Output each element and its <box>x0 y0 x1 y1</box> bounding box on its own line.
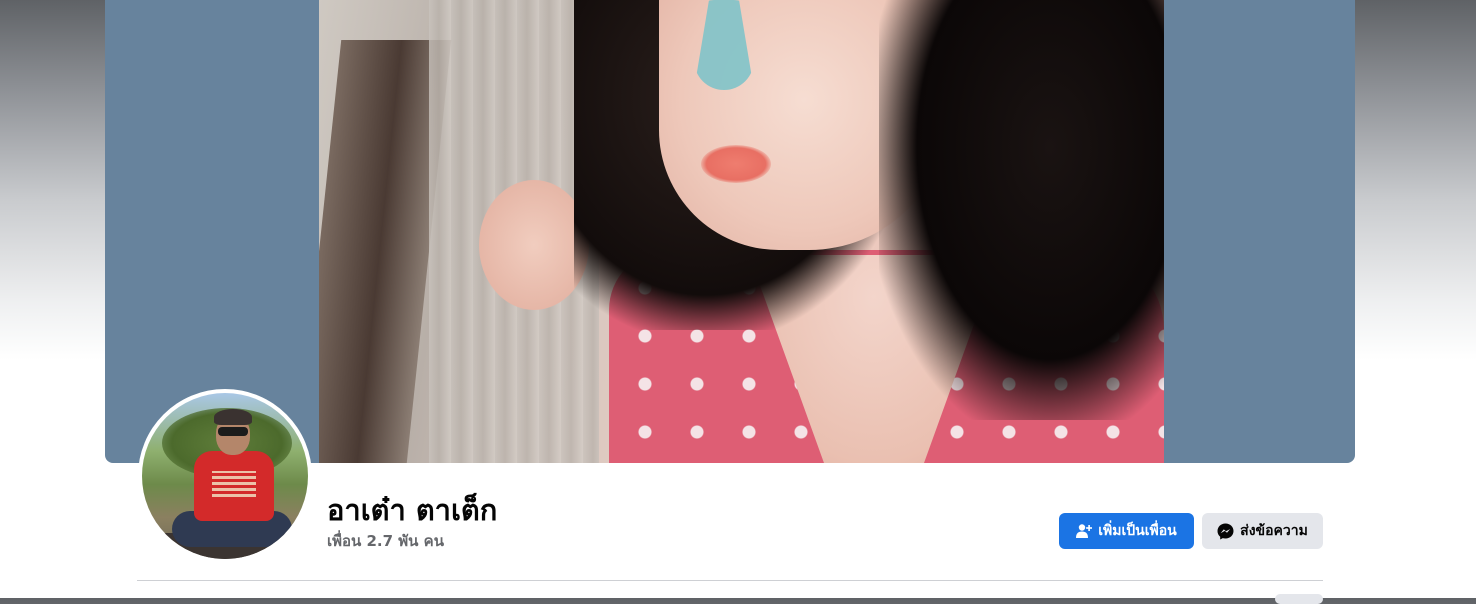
messenger-icon <box>1217 523 1234 540</box>
send-message-label: ส่งข้อความ <box>1240 523 1308 539</box>
add-friend-button[interactable]: เพิ่มเป็นเพื่อน <box>1059 513 1194 549</box>
add-friend-label: เพิ่มเป็นเพื่อน <box>1098 523 1177 539</box>
send-message-button[interactable]: ส่งข้อความ <box>1202 513 1323 549</box>
avatar-sunglasses <box>218 427 248 436</box>
profile-picture-frame <box>138 389 312 563</box>
avatar-cap <box>214 409 252 425</box>
cover-hand <box>479 180 589 310</box>
cover-photo[interactable] <box>319 0 1164 463</box>
profile-name: อาเต๋า ตาเต็ก <box>327 493 498 527</box>
profile-header-divider <box>137 580 1323 581</box>
profile-picture[interactable] <box>142 393 308 559</box>
add-friend-icon <box>1076 523 1093 539</box>
cover-hair-right <box>879 0 1164 420</box>
cover-photo-container <box>105 0 1355 463</box>
cover-lips <box>701 145 771 183</box>
more-options-button[interactable] <box>1275 594 1323 604</box>
avatar-shirt-print <box>212 471 256 497</box>
friends-count-link[interactable]: เพื่อน 2.7 พัน คน <box>327 529 444 553</box>
